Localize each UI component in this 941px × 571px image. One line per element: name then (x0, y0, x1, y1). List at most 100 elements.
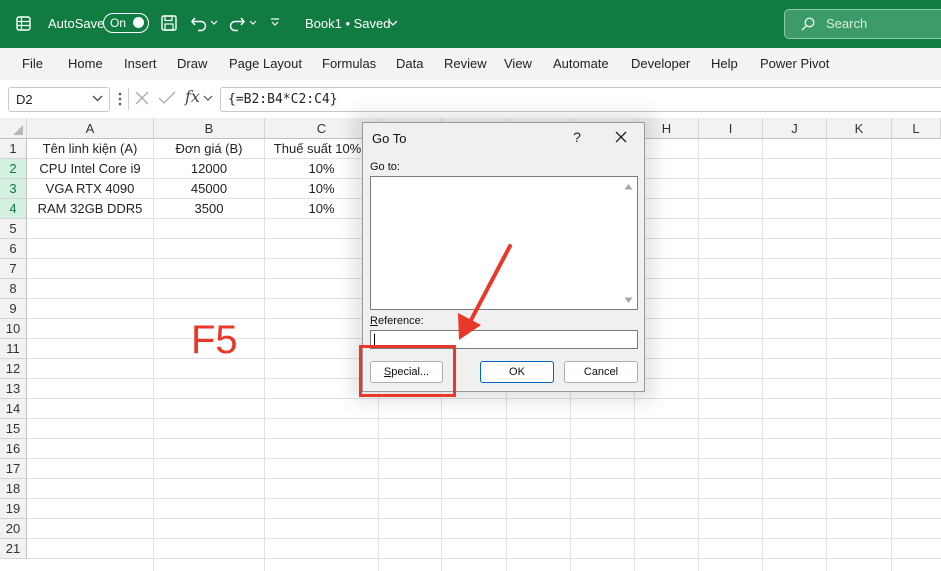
column-header-k[interactable]: K (827, 118, 892, 139)
search-icon (801, 17, 815, 31)
menu-view[interactable]: View (504, 56, 532, 71)
customize-toolbar-icon[interactable] (270, 17, 280, 27)
cell-a1[interactable]: Tên linh kiện (A) (27, 139, 153, 159)
goto-label: Go to: (370, 161, 400, 173)
row-header-20[interactable]: 20 (0, 519, 27, 539)
row-header-4[interactable]: 4 (0, 199, 27, 219)
cell-a4[interactable]: RAM 32GB DDR5 (27, 199, 153, 219)
autosave-state: On (110, 16, 127, 30)
menu-power-pivot[interactable]: Power Pivot (760, 56, 829, 71)
row-header-5[interactable]: 5 (0, 219, 27, 239)
cancel-entry-icon[interactable] (134, 90, 150, 106)
cell-b1[interactable]: Đơn giá (B) (154, 139, 264, 159)
menu-draw[interactable]: Draw (177, 56, 207, 71)
goto-listbox[interactable] (370, 176, 638, 310)
row-header-19[interactable]: 19 (0, 499, 27, 519)
menu-file[interactable]: File (22, 56, 43, 71)
menu-help[interactable]: Help (711, 56, 738, 71)
menu-page-layout[interactable]: Page Layout (229, 56, 302, 71)
title-chevron-down-icon[interactable] (388, 20, 398, 27)
autosave-label: AutoSave (48, 16, 105, 31)
column-gridline (762, 139, 763, 571)
cell-a2[interactable]: CPU Intel Core i9 (27, 159, 153, 179)
row-header-12[interactable]: 12 (0, 359, 27, 379)
row-header-3[interactable]: 3 (0, 179, 27, 199)
column-gridline (891, 139, 892, 571)
search-placeholder: Search (826, 16, 868, 31)
row-header-9[interactable]: 9 (0, 299, 27, 319)
column-header-b[interactable]: B (154, 118, 265, 139)
name-box[interactable]: D2 (8, 87, 110, 112)
menu-review[interactable]: Review (444, 56, 487, 71)
insert-function-icon[interactable]: fx (185, 87, 200, 106)
redo-icon[interactable] (228, 14, 246, 32)
dialog-title: Go To (372, 131, 407, 146)
document-title[interactable]: Book1 • Saved (305, 16, 391, 31)
row-header-18[interactable]: 18 (0, 479, 27, 499)
title-bar: AutoSave On Book1 • Saved Search (0, 0, 941, 48)
redo-dropdown-icon[interactable] (249, 20, 257, 26)
row-header-11[interactable]: 11 (0, 339, 27, 359)
reference-label: Reference: (370, 315, 424, 327)
row-header-7[interactable]: 7 (0, 259, 27, 279)
menu-data[interactable]: Data (396, 56, 423, 71)
row-gridline (27, 478, 941, 479)
row-header-8[interactable]: 8 (0, 279, 27, 299)
toggle-knob (133, 17, 144, 28)
cancel-button[interactable]: Cancel (564, 361, 638, 383)
cell-b4[interactable]: 3500 (154, 199, 264, 219)
close-icon[interactable] (611, 127, 631, 147)
row-header-2[interactable]: 2 (0, 159, 27, 179)
excel-app-icon (16, 16, 31, 31)
row-header-15[interactable]: 15 (0, 419, 27, 439)
column-header-a[interactable]: A (27, 118, 154, 139)
row-header-16[interactable]: 16 (0, 439, 27, 459)
save-icon[interactable] (160, 14, 178, 32)
row-header-13[interactable]: 13 (0, 379, 27, 399)
help-button[interactable]: ? (567, 127, 587, 147)
ribbon-tabs: File Home Insert Draw Page Layout Formulas Dat… (0, 48, 941, 80)
column-header-j[interactable]: J (763, 118, 827, 139)
cell-b3[interactable]: 45000 (154, 179, 264, 199)
row-header-10[interactable]: 10 (0, 319, 27, 339)
row-gridline (27, 418, 941, 419)
scroll-up-icon[interactable] (624, 183, 633, 190)
row-gridline (27, 558, 941, 559)
row-header-17[interactable]: 17 (0, 459, 27, 479)
search-box[interactable]: Search (784, 9, 941, 39)
menu-developer[interactable]: Developer (631, 56, 690, 71)
select-all-triangle-icon (13, 125, 23, 135)
cell-a3[interactable]: VGA RTX 4090 (27, 179, 153, 199)
formula-input[interactable]: {=B2:B4*C2:C4} (220, 87, 941, 112)
more-options-icon[interactable] (118, 92, 122, 106)
row-gridline (27, 438, 941, 439)
row-header-14[interactable]: 14 (0, 399, 27, 419)
chevron-down-icon[interactable] (92, 95, 103, 102)
menu-insert[interactable]: Insert (124, 56, 157, 71)
column-header-i[interactable]: I (699, 118, 763, 139)
menu-automate[interactable]: Automate (553, 56, 609, 71)
excel-window: AutoSave On Book1 • Saved Search File Ho… (0, 0, 941, 571)
scroll-down-icon[interactable] (624, 297, 633, 304)
row-gridline (27, 458, 941, 459)
column-gridline (698, 139, 699, 571)
column-gridline (826, 139, 827, 571)
confirm-entry-icon[interactable] (158, 91, 176, 105)
special-button-highlight (359, 345, 456, 397)
row-gridline (27, 518, 941, 519)
menu-formulas[interactable]: Formulas (322, 56, 376, 71)
undo-icon[interactable] (190, 14, 208, 32)
select-all-corner[interactable] (0, 118, 27, 139)
row-header-6[interactable]: 6 (0, 239, 27, 259)
row-header-21[interactable]: 21 (0, 539, 27, 559)
cell-b2[interactable]: 12000 (154, 159, 264, 179)
ok-button[interactable]: OK (480, 361, 554, 383)
menu-home[interactable]: Home (68, 56, 103, 71)
column-header-l[interactable]: L (892, 118, 941, 139)
fx-chevron-down-icon[interactable] (203, 95, 213, 102)
row-header-1[interactable]: 1 (0, 139, 27, 159)
autosave-toggle[interactable]: On (103, 13, 149, 33)
undo-dropdown-icon[interactable] (210, 20, 218, 26)
annotation-key-label: F5 (191, 318, 238, 362)
formula-bar-divider (128, 88, 129, 110)
